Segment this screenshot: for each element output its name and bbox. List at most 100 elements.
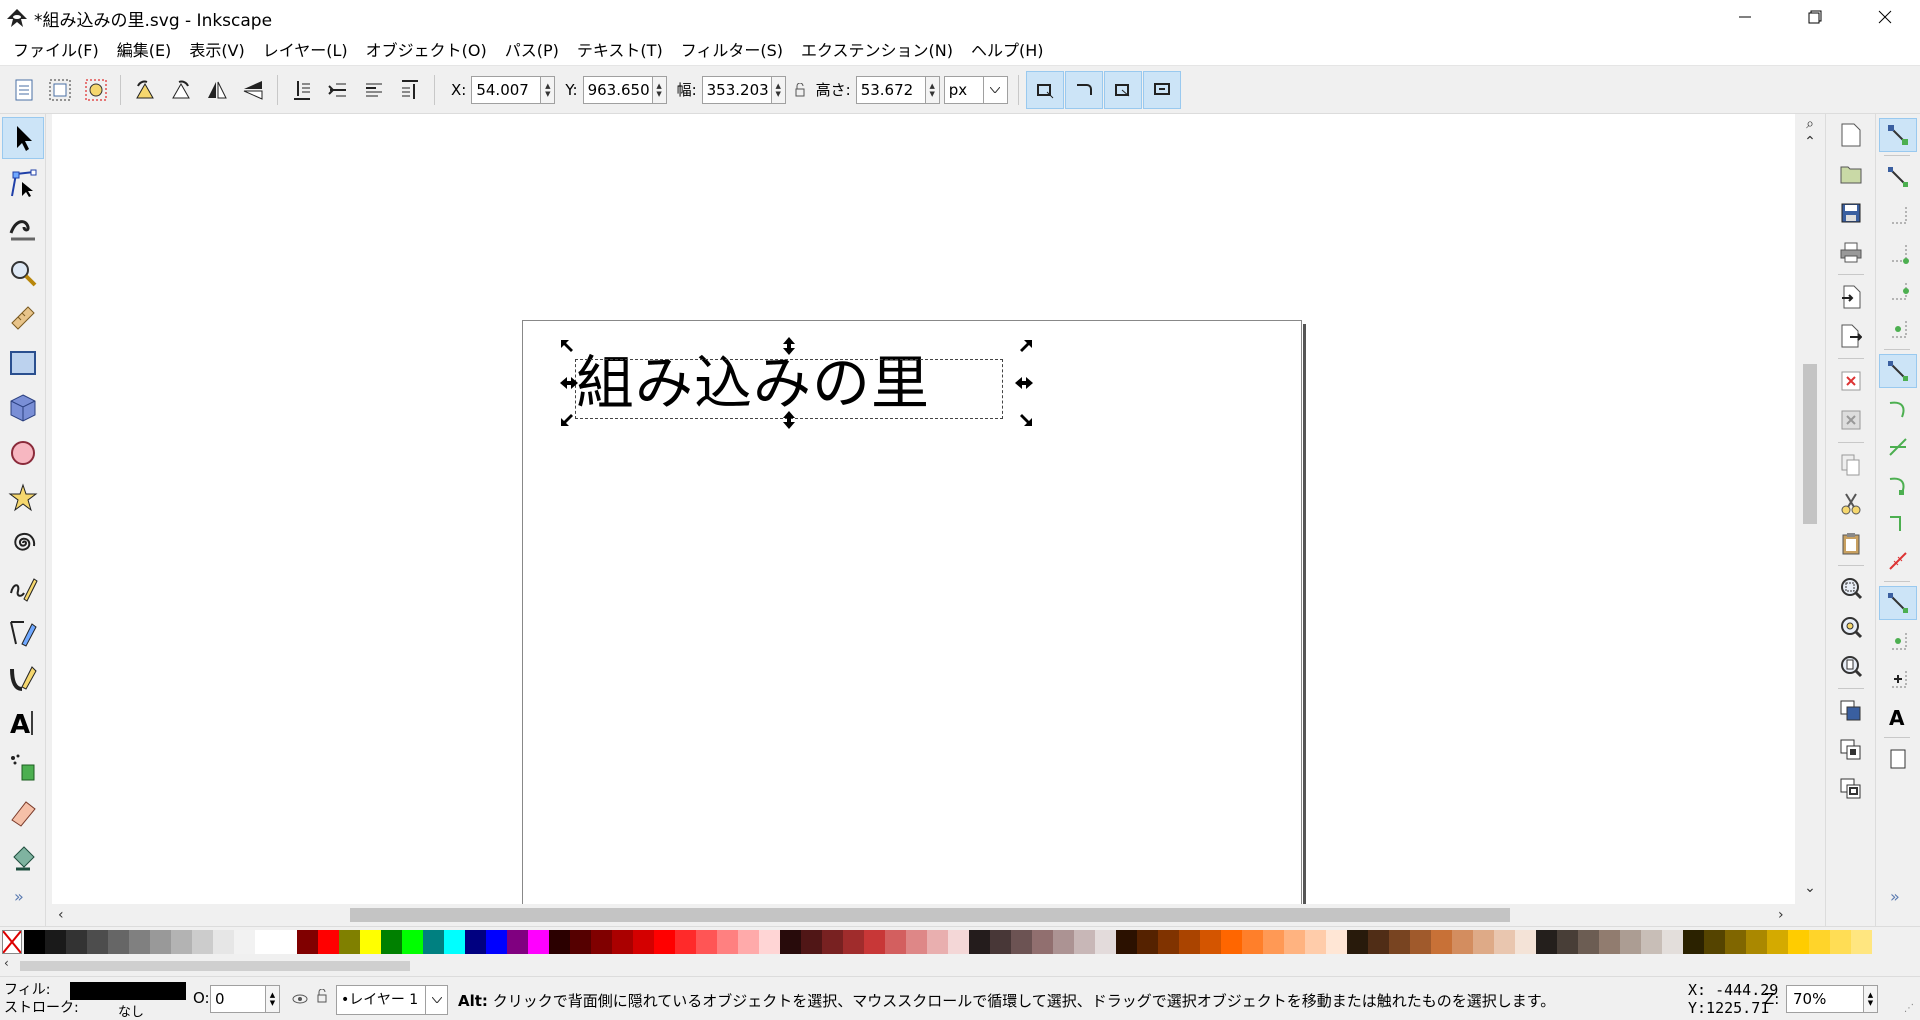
y-field[interactable]: 963.650 ▲ ▼ (582, 75, 667, 104)
palette-swatch[interactable] (780, 929, 801, 954)
palette-swatch[interactable] (1284, 929, 1305, 954)
snap-object-center-icon[interactable] (1879, 624, 1917, 658)
calligraphy-tool-icon[interactable] (2, 657, 44, 699)
lock-icon[interactable] (786, 72, 814, 108)
eraser-tool-icon[interactable] (2, 792, 44, 834)
menu-layer[interactable]: レイヤー(L) (254, 36, 357, 66)
snap-page-border-icon[interactable] (1879, 742, 1917, 776)
layer-select[interactable]: •レイヤー 1 (336, 985, 448, 1015)
clone-icon[interactable] (1831, 732, 1871, 768)
menu-view[interactable]: 表示(V) (180, 36, 253, 66)
scroll-down-arrow-icon[interactable]: ⌄ (1795, 880, 1825, 896)
palette-swatches[interactable] (24, 929, 1872, 954)
no-paint-swatch-icon[interactable] (2, 929, 22, 954)
palette-swatch[interactable] (1494, 929, 1515, 954)
palette-scrollbar[interactable]: ‹ (0, 956, 1920, 976)
palette-swatch[interactable] (1725, 929, 1746, 954)
palette-swatch[interactable] (1788, 929, 1809, 954)
scroll-left-arrow-icon[interactable]: ‹ (58, 904, 64, 926)
open-document-icon[interactable] (1831, 156, 1871, 192)
palette-swatch[interactable] (213, 929, 234, 954)
drawing-canvas[interactable]: 組み込みの里 (52, 114, 1795, 904)
palette-swatch[interactable] (633, 929, 654, 954)
palette-swatch[interactable] (255, 929, 276, 954)
palette-swatch[interactable] (45, 929, 66, 954)
width-spinner[interactable]: ▲ ▼ (771, 75, 786, 104)
palette-scroll-thumb[interactable] (20, 961, 410, 971)
palette-swatch[interactable] (1263, 929, 1284, 954)
zoom-field[interactable]: 70% ▲ ▼ (1786, 985, 1878, 1013)
scale-handle-n[interactable] (779, 336, 799, 356)
palette-swatch[interactable] (1137, 929, 1158, 954)
palette-swatch[interactable] (549, 929, 570, 954)
palette-swatch[interactable] (24, 929, 45, 954)
transform-gradients-toggle-icon[interactable] (1103, 70, 1142, 109)
palette-swatch[interactable] (1200, 929, 1221, 954)
palette-swatch[interactable] (1053, 929, 1074, 954)
palette-swatch[interactable] (1116, 929, 1137, 954)
palette-swatch[interactable] (297, 929, 318, 954)
palette-swatch[interactable] (1179, 929, 1200, 954)
star-tool-icon[interactable] (2, 477, 44, 519)
zoom-selection-icon[interactable] (1831, 570, 1871, 606)
pencil-tool-icon[interactable] (2, 567, 44, 609)
palette-swatch[interactable] (843, 929, 864, 954)
snap-path-intersection-icon[interactable] (1879, 430, 1917, 464)
rect-tool-icon[interactable] (2, 342, 44, 384)
snap-others-icon[interactable] (1879, 586, 1917, 620)
palette-swatch[interactable] (1809, 929, 1830, 954)
import-icon[interactable] (1831, 279, 1871, 315)
palette-swatch[interactable] (864, 929, 885, 954)
palette-swatch[interactable] (759, 929, 780, 954)
snap-bbox-edge-icon[interactable] (1879, 198, 1917, 232)
pen-tool-icon[interactable] (2, 612, 44, 654)
selector-tool-icon[interactable] (2, 117, 44, 159)
copy-icon[interactable] (1831, 447, 1871, 483)
3dbox-tool-icon[interactable] (2, 387, 44, 429)
redo-icon[interactable] (1831, 402, 1871, 438)
palette-swatch[interactable] (1242, 929, 1263, 954)
menu-extensions[interactable]: エクステンション(N) (792, 36, 962, 66)
spiral-tool-icon[interactable] (2, 522, 44, 564)
palette-swatch[interactable] (192, 929, 213, 954)
y-spinner[interactable]: ▲ ▼ (652, 75, 667, 104)
flip-horizontal-icon[interactable] (199, 72, 235, 108)
scale-handle-se[interactable] (1014, 408, 1034, 428)
palette-swatch[interactable] (1074, 929, 1095, 954)
height-spinner[interactable]: ▲ ▼ (925, 75, 940, 104)
snap-enable-icon[interactable] (1879, 118, 1917, 152)
palette-swatch[interactable] (1515, 929, 1536, 954)
palette-swatch[interactable] (1389, 929, 1410, 954)
snap-bbox-corner-icon[interactable] (1879, 236, 1917, 270)
palette-swatch[interactable] (990, 929, 1011, 954)
width-value[interactable]: 353.203 (701, 75, 772, 104)
snap-cusp-nodes-icon[interactable] (1879, 468, 1917, 502)
cut-icon[interactable] (1831, 486, 1871, 522)
palette-swatch[interactable] (1536, 929, 1557, 954)
snap-rotation-center-icon[interactable] (1879, 662, 1917, 696)
palette-swatch[interactable] (234, 929, 255, 954)
palette-swatch[interactable] (696, 929, 717, 954)
palette-swatch[interactable] (339, 929, 360, 954)
scale-handle-s[interactable] (779, 410, 799, 430)
scroll-up-arrow-icon[interactable]: ⌃ (1795, 134, 1825, 150)
palette-swatch[interactable] (1368, 929, 1389, 954)
horizontal-scrollbar[interactable]: ‹ › (52, 904, 1795, 926)
palette-swatch[interactable] (738, 929, 759, 954)
zoom-corner-icon[interactable]: ⌕ (1795, 116, 1825, 132)
menu-filter[interactable]: フィルター(S) (672, 36, 792, 66)
fill-swatch[interactable] (70, 982, 186, 1000)
zoom-page-icon[interactable] (1831, 648, 1871, 684)
palette-swatch[interactable] (717, 929, 738, 954)
select-all-layers-icon[interactable] (42, 72, 78, 108)
palette-swatch[interactable] (66, 929, 87, 954)
palette-swatch[interactable] (1599, 929, 1620, 954)
unit-select[interactable]: px (943, 75, 1008, 104)
height-field[interactable]: 53.672 ▲ ▼ (855, 75, 940, 104)
palette-swatch[interactable] (1158, 929, 1179, 954)
minimize-button[interactable] (1710, 0, 1780, 34)
raise-to-top-icon[interactable] (392, 72, 428, 108)
palette-swatch[interactable] (1011, 929, 1032, 954)
palette-swatch[interactable] (906, 929, 927, 954)
palette-swatch[interactable] (1704, 929, 1725, 954)
